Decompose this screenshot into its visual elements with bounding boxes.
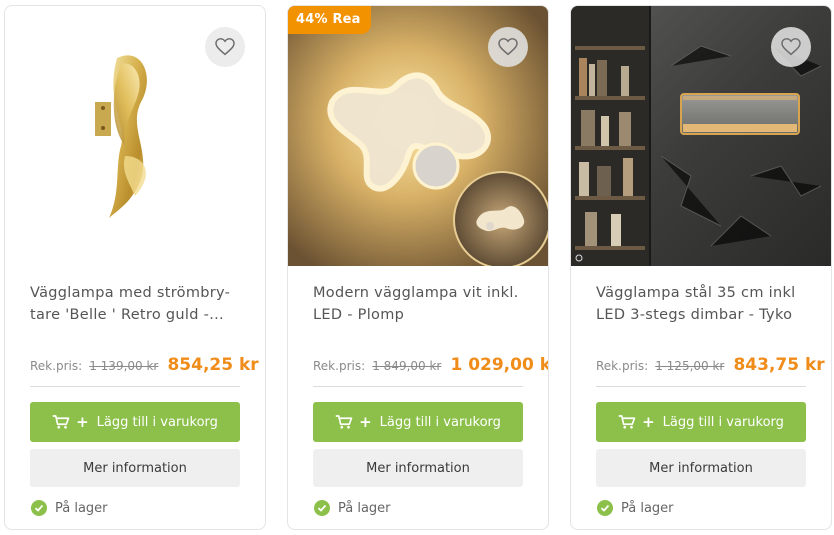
product-title[interactable]: Vägglampa stål 35 cm inkl LED 3-stegs di… <box>596 282 811 326</box>
product-grid: Vägglampa med strömbry-tare 'Belle ' Ret… <box>4 5 832 530</box>
more-info-button[interactable]: Mer information <box>30 449 240 487</box>
plus-icon: + <box>359 413 372 431</box>
favorite-button[interactable] <box>205 27 245 67</box>
price-row: Rek.pris: 1 849,00 kr 1 029,00 kr <box>313 355 548 379</box>
check-icon <box>314 500 330 516</box>
stock-label: På lager <box>338 500 391 516</box>
sale-badge: 44% Rea <box>288 6 371 34</box>
cart-icon <box>335 415 353 429</box>
rek-label: Rek.pris: <box>596 359 649 373</box>
price-row: Rek.pris: 1 125,00 kr 843,75 kr <box>596 355 825 379</box>
current-price: 1 029,00 kr <box>450 355 549 375</box>
cart-icon <box>618 415 636 429</box>
more-info-button[interactable]: Mer information <box>596 449 806 487</box>
check-icon <box>597 500 613 516</box>
divider <box>596 386 806 387</box>
current-price: 843,75 kr <box>733 355 825 375</box>
add-to-cart-label: Lägg till i varukorg <box>662 414 784 430</box>
heart-icon <box>781 38 801 56</box>
current-price: 854,25 kr <box>167 355 259 375</box>
cart-icon <box>52 415 70 429</box>
plus-icon: + <box>76 413 89 431</box>
add-to-cart-label: Lägg till i varukorg <box>379 414 501 430</box>
favorite-button[interactable] <box>488 27 528 67</box>
add-to-cart-button[interactable]: + Lägg till i varukorg <box>596 402 806 442</box>
stock-status: På lager <box>314 499 391 517</box>
add-to-cart-label: Lägg till i varukorg <box>96 414 218 430</box>
more-info-button[interactable]: Mer information <box>313 449 523 487</box>
rek-label: Rek.pris: <box>313 359 366 373</box>
add-to-cart-button[interactable]: + Lägg till i varukorg <box>313 402 523 442</box>
stock-status: På lager <box>31 499 108 517</box>
old-price: 1 125,00 kr <box>655 359 725 373</box>
stock-label: På lager <box>621 500 674 516</box>
heart-icon <box>215 38 235 56</box>
check-icon <box>31 500 47 516</box>
stock-status: På lager <box>597 499 674 517</box>
price-row: Rek.pris: 1 139,00 kr 854,25 kr <box>30 355 259 379</box>
old-price: 1 139,00 kr <box>89 359 159 373</box>
product-title[interactable]: Modern vägglampa vit inkl. LED - Plomp <box>313 282 528 326</box>
product-card[interactable]: Vägglampa stål 35 cm inkl LED 3-stegs di… <box>570 5 832 530</box>
heart-icon <box>498 38 518 56</box>
rek-label: Rek.pris: <box>30 359 83 373</box>
favorite-button[interactable] <box>771 27 811 67</box>
product-card[interactable]: Vägglampa med strömbry-tare 'Belle ' Ret… <box>4 5 266 530</box>
divider <box>313 386 523 387</box>
product-title[interactable]: Vägglampa med strömbry-tare 'Belle ' Ret… <box>30 282 245 326</box>
stock-label: På lager <box>55 500 108 516</box>
divider <box>30 386 240 387</box>
old-price: 1 849,00 kr <box>372 359 442 373</box>
add-to-cart-button[interactable]: + Lägg till i varukorg <box>30 402 240 442</box>
product-card[interactable]: 44% Rea Modern vägglampa vit inkl. LED -… <box>287 5 549 530</box>
plus-icon: + <box>642 413 655 431</box>
